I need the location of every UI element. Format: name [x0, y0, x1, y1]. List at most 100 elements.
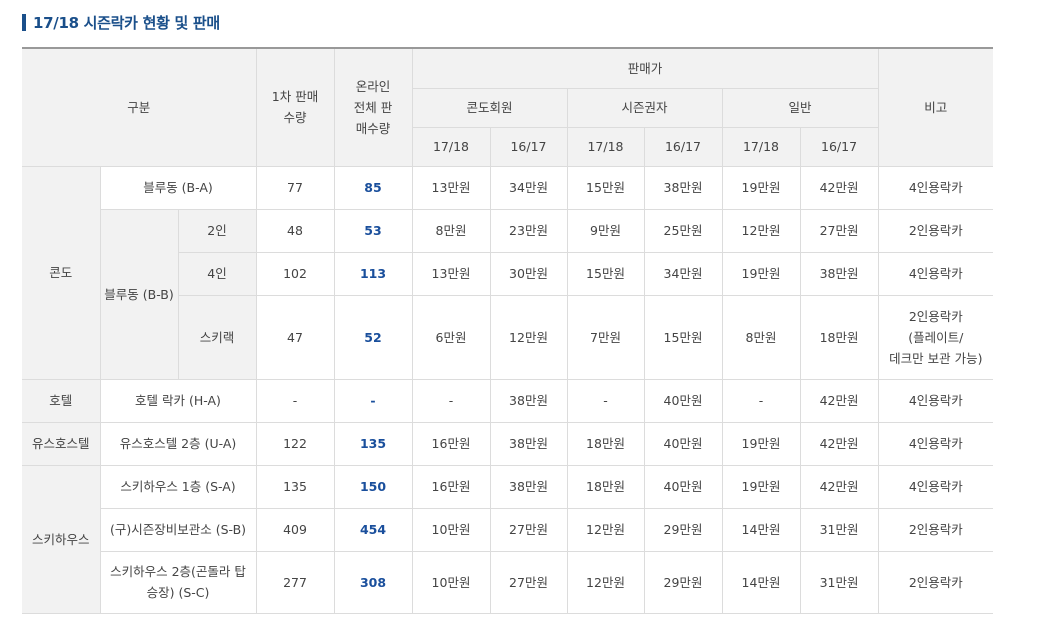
price-cell: 38만원	[489, 421, 568, 466]
price-cell: 38만원	[643, 165, 723, 210]
price-cell: 8만원	[721, 294, 801, 380]
header-online-sale: 온라인 전체 판 매수량	[333, 47, 413, 167]
price-cell: 27만원	[489, 550, 568, 614]
title-marker	[22, 13, 26, 31]
price-cell: 19만원	[721, 251, 801, 296]
note-cell: 4인용락카	[877, 251, 994, 296]
section-title: 17/18 시즌락카 현황 및 판매	[22, 10, 220, 34]
row-label: 2인	[177, 208, 257, 253]
price-cell: 12만원	[566, 550, 645, 614]
price-cell: 34만원	[643, 251, 723, 296]
price-cell: 7만원	[566, 294, 645, 380]
note-cell: 4인용락카	[877, 464, 994, 509]
first-sale-cell: 277	[255, 550, 335, 614]
header-condo-member: 콘도회원	[412, 87, 568, 128]
header-price: 판매가	[411, 47, 879, 89]
price-cell: 13만원	[411, 165, 491, 210]
table-row: 유스호스텔 유스호스텔 2층 (U-A) 122 135 16만원 38만원 1…	[22, 421, 994, 466]
note-cell: 2인용락카	[877, 507, 994, 552]
online-sale-cell: 53	[333, 208, 413, 253]
first-sale-cell: 122	[255, 421, 335, 466]
price-cell: 42만원	[799, 165, 879, 210]
header-note: 비고	[877, 47, 994, 167]
price-cell: 42만원	[799, 378, 879, 423]
price-cell: 15만원	[566, 165, 645, 210]
price-cell: 16만원	[411, 421, 491, 466]
price-cell: 29만원	[643, 507, 723, 552]
price-cell: 40만원	[643, 464, 723, 509]
price-cell: 19만원	[721, 464, 801, 509]
note-cell: 2인용락카 (플레이트/ 데크만 보관 가능)	[877, 294, 994, 380]
online-sale-cell: 454	[333, 507, 413, 552]
header-category: 구분	[22, 47, 257, 167]
first-sale-cell: 48	[255, 208, 335, 253]
first-sale-cell: 135	[255, 464, 335, 509]
header-year: 16/17	[643, 126, 723, 167]
row-label: 블루동 (B-A)	[99, 165, 257, 210]
header-season-holder: 시즌권자	[566, 87, 723, 128]
row-label: 호텔 락카 (H-A)	[99, 378, 257, 423]
price-cell: 15만원	[566, 251, 645, 296]
row-label: (구)시즌장비보관소 (S-B)	[100, 507, 257, 552]
price-cell: 12만원	[566, 507, 645, 552]
table-row: 스키하우스 스키하우스 1층 (S-A) 135 150 16만원 38만원 1…	[22, 464, 994, 614]
header-year: 17/18	[721, 126, 801, 167]
price-cell: 18만원	[566, 464, 645, 509]
price-cell: 13만원	[411, 251, 491, 296]
price-cell: 10만원	[411, 507, 491, 552]
price-cell: 8만원	[411, 208, 491, 253]
first-sale-cell: -	[255, 378, 335, 423]
price-cell: 40만원	[643, 378, 723, 423]
note-cell: 4인용락카	[877, 421, 994, 466]
header-year: 16/17	[799, 126, 879, 167]
price-cell: 12만원	[489, 294, 568, 380]
price-cell: 27만원	[489, 507, 568, 552]
online-sale-cell: 135	[333, 421, 413, 466]
price-cell: -	[721, 378, 801, 423]
group-youth-hostel: 유스호스텔	[22, 421, 101, 466]
online-sale-cell: 308	[333, 550, 413, 614]
price-cell: 38만원	[489, 464, 568, 509]
price-cell: -	[411, 378, 491, 423]
price-cell: 12만원	[721, 208, 801, 253]
locker-table: 구분 1차 판매 수량 온라인 전체 판 매수량 판매가 비고 콘도회원 시즌권…	[22, 47, 994, 614]
note-cell: 2인용락카	[877, 550, 994, 614]
price-cell: 18만원	[566, 421, 645, 466]
price-cell: 9만원	[566, 208, 645, 253]
row-label: 유스호스텔 2층 (U-A)	[99, 421, 257, 466]
price-cell: 38만원	[799, 251, 879, 296]
online-sale-cell: -	[333, 378, 413, 423]
price-cell: 31만원	[799, 550, 879, 614]
first-sale-cell: 77	[255, 165, 335, 210]
sub-group-label: 블루동 (B-B)	[100, 208, 179, 380]
group-hotel: 호텔	[22, 378, 101, 423]
row-label: 스키랙	[178, 294, 257, 380]
price-cell: 14만원	[721, 507, 801, 552]
price-cell: 40만원	[643, 421, 723, 466]
header-first-sale: 1차 판매 수량	[255, 47, 335, 167]
table-row: 콘도 블루동 (B-A) 77 85 13만원 34만원 15만원 38만원 1…	[22, 165, 994, 380]
note-cell: 4인용락카	[877, 165, 994, 210]
price-cell: 27만원	[799, 208, 879, 253]
online-sale-cell: 113	[333, 251, 413, 296]
table-row: (구)시즌장비보관소 (S-B) 409 454 10만원 27만원 12만원 …	[22, 507, 994, 552]
page-title: 17/18 시즌락카 현황 및 판매	[33, 13, 220, 32]
price-cell: 16만원	[411, 464, 491, 509]
note-cell: 4인용락카	[877, 378, 994, 423]
header-year: 16/17	[489, 126, 568, 167]
row-label: 4인	[178, 251, 257, 296]
price-cell: 19만원	[721, 421, 801, 466]
price-cell: 30만원	[489, 251, 568, 296]
first-sale-cell: 47	[255, 294, 335, 380]
table-row: 스키하우스 2층(곤돌라 탑 승장) (S-C) 277 308 10만원 27…	[22, 550, 994, 614]
group-skihouse: 스키하우스	[22, 464, 101, 614]
online-sale-cell: 52	[333, 294, 413, 380]
table-row: 호텔 호텔 락카 (H-A) - - - 38만원 - 40만원 - 42만원 …	[22, 378, 994, 423]
price-cell: 34만원	[489, 165, 568, 210]
header-year: 17/18	[566, 126, 645, 167]
price-cell: 6만원	[411, 294, 491, 380]
header-general: 일반	[721, 87, 879, 128]
price-cell: 18만원	[799, 294, 879, 380]
row-label: 스키하우스 1층 (S-A)	[99, 464, 257, 509]
price-cell: 42만원	[799, 421, 879, 466]
